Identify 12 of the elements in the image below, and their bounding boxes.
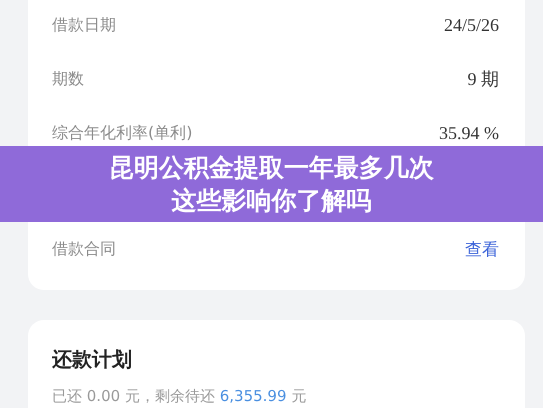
view-link[interactable]: 查看 xyxy=(465,238,499,260)
row-value: 24/5/26 xyxy=(444,14,499,36)
row-label: 期数 xyxy=(52,68,84,90)
row-value: 35.94 % xyxy=(439,122,499,144)
section-title: 还款计划 xyxy=(52,346,133,373)
row-label: 综合年化利率(单利) xyxy=(52,122,192,144)
row-value: 9 期 xyxy=(468,68,499,91)
headline-text: 这些影响你了解吗 xyxy=(172,185,372,217)
row-label: 借款合同 xyxy=(52,238,116,260)
headline-text: 昆明公积金提取一年最多几次 xyxy=(109,152,434,184)
repayment-summary: 已还 0.00 元，剩余待还 6,355.99 元 xyxy=(52,387,308,406)
row-label: 借款日期 xyxy=(52,14,116,36)
